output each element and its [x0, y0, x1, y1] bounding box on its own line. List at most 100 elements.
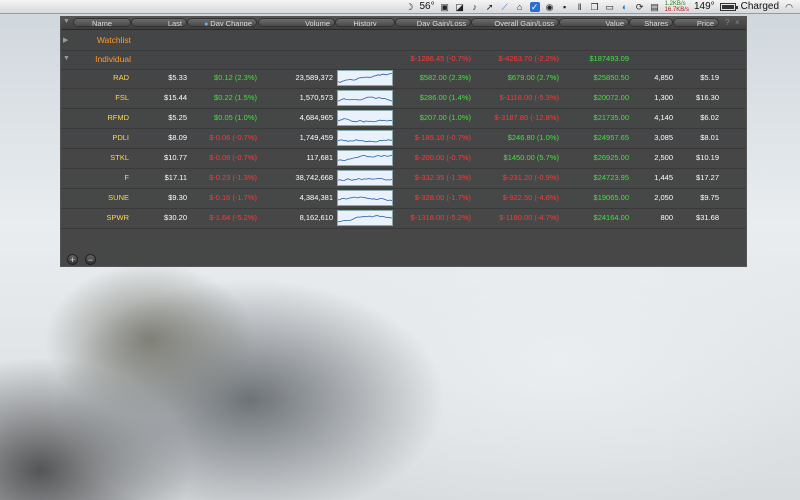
volume: 4,384,381 — [299, 193, 333, 202]
remove-stock-button[interactable]: − — [85, 254, 96, 265]
volume: 1,749,459 — [299, 133, 333, 142]
purchase-price: $16.30 — [696, 93, 719, 102]
col-volume-header[interactable]: Volume — [258, 18, 335, 27]
day-change: $-0.16 (-1.7%) — [209, 193, 257, 202]
table-header: ▼ Name Last ● Day Change Volume History … — [61, 17, 746, 30]
expand-icon[interactable]: ▶ — [63, 36, 68, 44]
copy-icon[interactable]: ❐ — [590, 2, 600, 12]
battery-status[interactable]: Charged — [741, 1, 779, 12]
stock-symbol: SUNE — [108, 193, 129, 202]
collapse-icon[interactable]: ▼ — [63, 55, 70, 62]
battery-icon[interactable] — [719, 2, 738, 11]
day-change: $0.12 (2.3%) — [214, 73, 257, 82]
stock-symbol: PDLI — [112, 133, 129, 142]
collapse-all-icon[interactable]: ▼ — [63, 18, 70, 25]
last-price: $5.25 — [168, 113, 187, 122]
shares: 2,050 — [654, 193, 673, 202]
camera-icon[interactable]: ▪ — [560, 2, 570, 12]
table-row[interactable]: PDLI $8.09 $-0.06 (-0.7%) 1,749,459 $-185.10… — [61, 128, 746, 149]
group-value: $187493.09 — [589, 54, 629, 63]
group-day-gain: $-1286.45 (-0.7%) — [410, 54, 471, 63]
close-icon[interactable]: × — [735, 18, 740, 27]
col-overall-gain-header[interactable]: Overall Gain/Loss — [471, 18, 559, 27]
history-sparkline[interactable] — [337, 90, 393, 106]
day-change: $-1.64 (-5.2%) — [209, 213, 257, 222]
cursor-icon[interactable]: ➚ — [485, 2, 495, 12]
group-overall-gain: $-4263.70 (-2.2%) — [498, 54, 559, 63]
cpu-temperature[interactable]: 149° — [694, 1, 715, 12]
shares: 3,085 — [654, 133, 673, 142]
history-sparkline[interactable] — [337, 210, 393, 226]
weather-temperature[interactable]: 56° — [419, 1, 434, 12]
last-price: $9.30 — [168, 193, 187, 202]
day-gain: $286.00 (1.4%) — [419, 93, 471, 102]
purchase-price: $8.01 — [700, 133, 719, 142]
add-stock-button[interactable]: + — [67, 254, 78, 265]
volume: 23,589,372 — [295, 73, 333, 82]
battery-small-icon[interactable]: ▭ — [605, 2, 615, 12]
chart-icon[interactable]: ⟋ — [500, 2, 510, 12]
day-gain: $-328.00 (-1.7%) — [414, 193, 471, 202]
volume: 117,681 — [306, 153, 333, 162]
history-sparkline[interactable] — [337, 130, 393, 146]
history-sparkline[interactable] — [337, 150, 393, 166]
shares: 1,300 — [654, 93, 673, 102]
shares: 1,445 — [654, 173, 673, 182]
network-speed[interactable]: 1.2KB/s 16.7KB/s — [665, 1, 689, 13]
col-last-header[interactable]: Last — [131, 18, 187, 27]
col-price-header[interactable]: Price — [673, 18, 719, 27]
col-shares-header[interactable]: Shares — [629, 18, 673, 27]
col-day-gain-header[interactable]: Day Gain/Loss — [395, 18, 471, 27]
history-sparkline[interactable] — [337, 170, 393, 186]
overall-gain: $1450.00 (5.7%) — [503, 153, 559, 162]
col-history-header[interactable]: History — [335, 18, 395, 27]
table-row[interactable]: F $17.11 $-0.23 (-1.3%) 38,742,668 $-332.35 … — [61, 168, 746, 189]
table-row[interactable]: RFMD $5.25 $0.05 (1.0%) 4,684,965 $207.00 (1… — [61, 108, 746, 129]
wifi-icon[interactable]: ◠ — [784, 2, 794, 12]
col-day-change-header[interactable]: ● Day Change — [187, 18, 257, 27]
overall-gain: $246.80 (1.0%) — [507, 133, 559, 142]
sync-icon[interactable]: ⟳ — [635, 2, 645, 12]
group-row-individual[interactable]: ▼ Individual $-1286.45 (-0.7%) $-4263.70… — [61, 49, 746, 70]
house-icon[interactable]: ⌂ — [515, 2, 525, 12]
stock-symbol: F — [124, 173, 129, 182]
purchase-price: $31.68 — [696, 213, 719, 222]
stock-symbol: RAD — [113, 73, 129, 82]
pause-icon[interactable]: ‖ — [575, 2, 585, 12]
table-row[interactable]: FSL $15.44 $0.22 (1.5%) 1,570,573 $286.00 (1… — [61, 88, 746, 109]
moon-icon[interactable]: ☽ — [404, 2, 414, 12]
group-row-watchlist[interactable]: ▶ Watchlist — [61, 30, 746, 51]
last-price: $5.33 — [168, 73, 187, 82]
position-value: $24957.65 — [593, 133, 629, 142]
day-change: $0.22 (1.5%) — [214, 93, 257, 102]
col-value-header[interactable]: Value — [559, 18, 629, 27]
music-icon[interactable]: ♪ — [470, 2, 480, 12]
volume: 8,162,610 — [299, 213, 333, 222]
group-name: Individual — [95, 54, 131, 64]
display-icon[interactable]: ◐ — [620, 2, 630, 12]
overall-gain: $-231.20 (-0.9%) — [502, 173, 559, 182]
shield-icon[interactable]: ◉ — [545, 2, 555, 12]
image-icon[interactable]: ▣ — [440, 2, 450, 12]
last-price: $17.11 — [164, 173, 187, 182]
history-sparkline[interactable] — [337, 190, 393, 206]
overall-gain: $679.00 (2.7%) — [507, 73, 559, 82]
bookmark-icon[interactable]: ◪ — [455, 2, 465, 12]
position-value: $21735.00 — [593, 113, 629, 122]
position-value: $24164.00 — [593, 213, 629, 222]
check-icon[interactable]: ✓ — [529, 1, 540, 12]
history-sparkline[interactable] — [337, 70, 393, 86]
position-value: $26925.00 — [593, 153, 629, 162]
table-row[interactable]: STKL $10.77 $-0.08 (-0.7%) 117,681 $-200.00 … — [61, 148, 746, 169]
info-icon[interactable]: ? — [725, 18, 729, 27]
group-name: Watchlist — [96, 35, 131, 45]
position-value: $19065.00 — [593, 193, 629, 202]
col-name-header[interactable]: Name — [73, 18, 131, 27]
cube-icon[interactable]: ▤ — [650, 2, 660, 12]
shares: 800 — [660, 213, 673, 222]
history-sparkline[interactable] — [337, 110, 393, 126]
table-row[interactable]: RAD $5.33 $0.12 (2.3%) 23,589,372 $582.00 (2… — [61, 68, 746, 89]
table-row[interactable]: SUNE $9.30 $-0.16 (-1.7%) 4,384,381 $-328.00… — [61, 188, 746, 209]
table-row[interactable]: SPWR $30.20 $-1.64 (-5.2%) 8,162,610 $-1316.… — [61, 208, 746, 229]
position-value: $24723.95 — [593, 173, 629, 182]
